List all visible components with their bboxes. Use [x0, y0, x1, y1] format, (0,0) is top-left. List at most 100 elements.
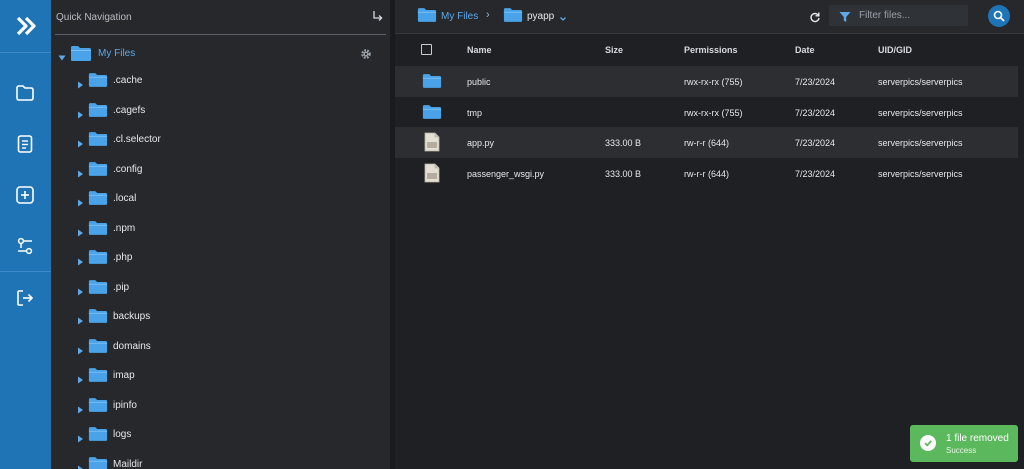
caret-right-icon[interactable]: [77, 165, 84, 183]
folder-icon: [417, 7, 437, 28]
file-date: 7/23/2024: [795, 169, 836, 179]
file-name[interactable]: tmp: [467, 108, 482, 118]
folder-icon: [88, 102, 108, 123]
table-row[interactable]: passenger_wsgi.py 333.00 B rw-r-r (644) 7/2…: [395, 158, 1018, 189]
logo-arrow-icon[interactable]: [0, 0, 51, 52]
folder-icon: [88, 308, 108, 329]
tree-root-my-files[interactable]: My Files: [51, 42, 390, 66]
caret-right-icon[interactable]: [77, 135, 84, 153]
tree-root-label: My Files: [98, 48, 136, 59]
file-name[interactable]: app.py: [467, 138, 494, 148]
caret-right-icon[interactable]: [77, 224, 84, 242]
caret-right-icon[interactable]: [77, 460, 84, 469]
caret-right-icon[interactable]: [77, 194, 84, 212]
refresh-icon[interactable]: [809, 10, 821, 28]
settings-sliders-icon[interactable]: [13, 234, 37, 258]
collapse-panel-icon[interactable]: [372, 10, 384, 24]
tree-item-label: .npm: [113, 222, 136, 234]
breadcrumb-separator: ›: [486, 9, 490, 21]
caret-right-icon[interactable]: [77, 312, 84, 330]
tree-item[interactable]: ipinfo: [51, 394, 390, 418]
gear-icon[interactable]: [360, 47, 372, 65]
check-circle-icon: [920, 435, 936, 451]
file-permissions: rw-r-r (644): [684, 138, 729, 148]
icon-rail: [0, 0, 51, 469]
tree-item[interactable]: .cache: [51, 69, 390, 93]
folder-icon: [88, 456, 108, 469]
folder-icon: [503, 7, 523, 28]
tree-item[interactable]: .config: [51, 158, 390, 182]
caret-right-icon[interactable]: [77, 253, 84, 271]
caret-right-icon[interactable]: [77, 371, 84, 389]
caret-right-icon[interactable]: [77, 401, 84, 419]
tree-item-label: .pip: [113, 281, 130, 293]
table-row[interactable]: app.py 333.00 B rw-r-r (644) 7/23/2024 serve…: [395, 127, 1018, 158]
search-icon: [993, 10, 1005, 22]
filter-files-field[interactable]: [829, 5, 968, 26]
caret-right-icon[interactable]: [77, 76, 84, 94]
column-header-permissions[interactable]: Permissions: [684, 45, 738, 55]
tree-item-label: .config: [113, 163, 143, 175]
folder-icon: [70, 45, 92, 67]
tree-item[interactable]: .cl.selector: [51, 128, 390, 152]
caret-right-icon[interactable]: [77, 283, 84, 301]
column-header-date[interactable]: Date: [795, 45, 815, 55]
tree-item-label: backups: [113, 311, 151, 322]
success-toast[interactable]: 1 file removed Success: [910, 425, 1018, 462]
tree-item[interactable]: .pip: [51, 276, 390, 300]
document-icon[interactable]: [13, 132, 37, 156]
caret-right-icon[interactable]: [77, 106, 84, 124]
tree-item-label: logs: [113, 429, 132, 440]
tree-item[interactable]: Maildir: [51, 453, 390, 469]
folder-icon: [88, 190, 108, 211]
logout-icon[interactable]: [13, 286, 37, 310]
tree-item[interactable]: domains: [51, 335, 390, 359]
table-row[interactable]: public rwx-rx-rx (755) 7/23/2024 serverpics…: [395, 66, 1018, 97]
folder-icon: [88, 279, 108, 300]
tree-item[interactable]: .local: [51, 187, 390, 211]
file-permissions: rwx-rx-rx (755): [684, 77, 743, 87]
tree-item[interactable]: logs: [51, 423, 390, 447]
tree-item[interactable]: backups: [51, 305, 390, 329]
tree-item-label: .cl.selector: [113, 134, 161, 145]
rail-divider: [0, 52, 51, 53]
tree-item-label: domains: [113, 340, 151, 352]
column-header-uidgid[interactable]: UID/GID: [878, 45, 912, 55]
folder-icon: [88, 220, 108, 241]
caret-right-icon[interactable]: [77, 342, 84, 360]
toast-status: Success: [946, 446, 977, 455]
tree-item-label: Maildir: [113, 458, 143, 469]
breadcrumb-current[interactable]: pyapp: [527, 11, 554, 22]
table-header: Name Size Permissions Date UID/GID: [395, 35, 1024, 65]
file-list-panel: My Files › pyapp Nam: [395, 0, 1024, 469]
rail-divider: [0, 271, 51, 272]
tree-item[interactable]: .npm: [51, 217, 390, 241]
table-row[interactable]: tmp rwx-rx-rx (755) 7/23/2024 serverpics/se…: [395, 97, 1018, 128]
file-uidgid: serverpics/serverpics: [878, 138, 963, 148]
toast-message: 1 file removed: [946, 433, 1009, 444]
breadcrumb-root[interactable]: My Files: [441, 11, 478, 22]
file-date: 7/23/2024: [795, 108, 836, 118]
file-uidgid: serverpics/serverpics: [878, 108, 963, 118]
column-header-size[interactable]: Size: [605, 45, 623, 55]
header-divider: [55, 34, 386, 35]
tree-item[interactable]: .php: [51, 246, 390, 270]
folder-icon: [422, 104, 442, 125]
file-manager-app: Quick Navigation My Files .cache .cagefs.…: [0, 0, 1024, 469]
file-size: 333.00 B: [605, 169, 642, 179]
folder-icon: [88, 249, 108, 270]
tree-item[interactable]: imap: [51, 364, 390, 388]
select-all-checkbox[interactable]: [421, 44, 432, 55]
filter-files-input[interactable]: [859, 8, 963, 23]
tree-item[interactable]: .cagefs: [51, 99, 390, 123]
caret-down-icon[interactable]: [58, 49, 66, 67]
add-square-icon[interactable]: [13, 183, 37, 207]
search-button[interactable]: [988, 5, 1010, 27]
caret-right-icon[interactable]: [77, 430, 84, 448]
file-name[interactable]: passenger_wsgi.py: [467, 169, 544, 179]
folder-icon[interactable]: [13, 81, 37, 105]
file-name[interactable]: public: [467, 77, 491, 87]
file-date: 7/23/2024: [795, 138, 836, 148]
chevron-down-icon[interactable]: [559, 10, 567, 28]
column-header-name[interactable]: Name: [467, 45, 492, 55]
